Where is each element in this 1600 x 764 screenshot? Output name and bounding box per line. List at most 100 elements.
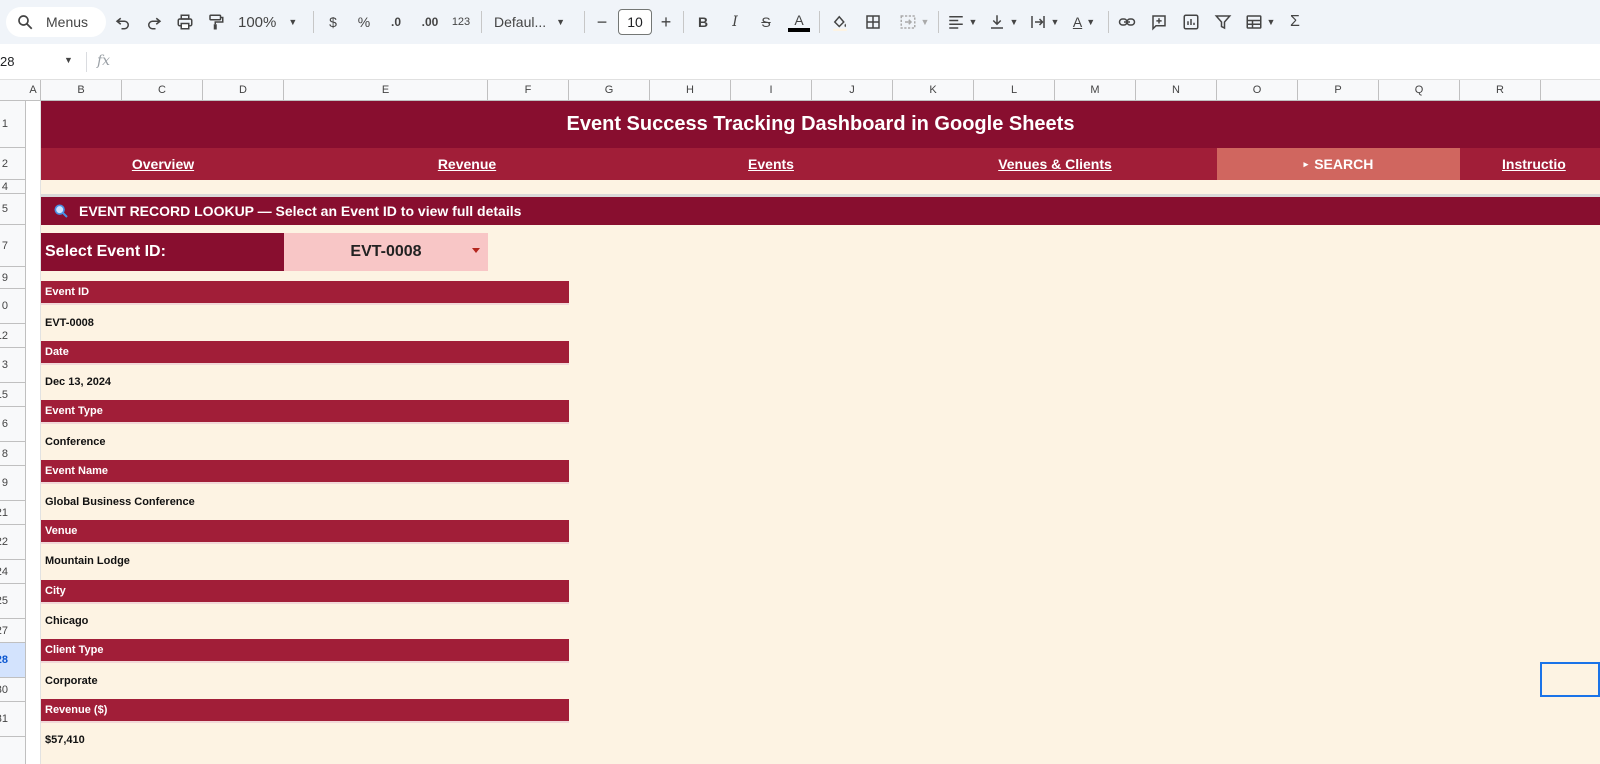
row-header[interactable]: 9 [0, 267, 25, 289]
column-header[interactable]: A [26, 80, 41, 101]
active-cell-selection[interactable] [1540, 662, 1600, 697]
field-value[interactable]: Dec 13, 2024 [41, 365, 569, 400]
merge-cells-button[interactable]: ▼ [895, 10, 933, 34]
row-header[interactable]: 9 [0, 466, 25, 501]
horizontal-align-button[interactable]: ▼ [945, 10, 979, 34]
merge-cells-icon [900, 15, 916, 29]
row-header[interactable]: 27 [0, 619, 25, 643]
nav-search-link[interactable]: ▸ SEARCH [1217, 148, 1460, 180]
column-header[interactable]: L [974, 80, 1055, 101]
strikethrough-button[interactable]: S [757, 10, 775, 34]
row-header[interactable]: 7 [0, 225, 25, 267]
field-value[interactable]: Corporate [41, 663, 569, 698]
decrease-decimal-button[interactable]: .0 [384, 10, 408, 34]
percent-format-button[interactable]: % [355, 10, 373, 34]
row-header[interactable]: 30 [0, 678, 25, 702]
row-header[interactable]: 4 [0, 180, 25, 194]
nav-instructions-link[interactable]: Instructio [1460, 148, 1600, 180]
field-value[interactable]: $57,410 [41, 723, 569, 758]
column-header[interactable]: F [488, 80, 569, 101]
nav-revenue-link[interactable]: Revenue [285, 148, 649, 180]
row-header[interactable]: 21 [0, 501, 25, 525]
row-header[interactable]: 6 [0, 407, 25, 442]
row-header[interactable]: 3 [0, 348, 25, 383]
chevron-down-icon[interactable]: ▼ [64, 55, 73, 65]
column-header[interactable]: R [1460, 80, 1541, 101]
text-rotation-button[interactable]: A ▼ [1067, 10, 1101, 34]
font-family-select[interactable]: Defaul... ▼ [494, 10, 578, 34]
row-header[interactable]: 22 [0, 525, 25, 560]
nav-venues-clients-link[interactable]: Venues & Clients [893, 148, 1217, 180]
field-value[interactable]: Chicago [41, 604, 569, 639]
bold-button[interactable]: B [694, 10, 712, 34]
redo-button[interactable] [143, 10, 165, 34]
print-button[interactable] [174, 10, 196, 34]
row-header[interactable]: 0 [0, 289, 25, 324]
insert-link-button[interactable] [1116, 10, 1138, 34]
fill-color-button[interactable] [829, 10, 851, 34]
row-header[interactable]: 5 [0, 194, 25, 225]
increase-font-size-button[interactable]: + [658, 10, 674, 34]
row-header[interactable]: 2 [0, 148, 25, 180]
field-value[interactable]: EVT-0008 [41, 305, 569, 340]
column-header[interactable]: G [569, 80, 650, 101]
decrease-font-size-button[interactable]: − [594, 10, 610, 34]
insert-comment-button[interactable] [1148, 10, 1170, 34]
row-header[interactable]: 24 [0, 560, 25, 584]
insert-chart-button[interactable] [1180, 10, 1202, 34]
row-header[interactable]: 28 [0, 643, 25, 678]
number-format-button[interactable]: 123 [449, 10, 473, 34]
row-header[interactable]: 1 [0, 101, 25, 148]
text-color-button[interactable]: A [787, 10, 811, 34]
toolbar-divider [819, 11, 820, 33]
increase-decimal-button[interactable]: .00 [416, 10, 444, 34]
column-header[interactable]: M [1055, 80, 1136, 101]
column-header[interactable]: N [1136, 80, 1217, 101]
column-header[interactable]: C [122, 80, 203, 101]
filter-views-button[interactable]: ▼ [1242, 10, 1278, 34]
field-value[interactable]: Global Business Conference [41, 484, 569, 519]
field-label: Date [41, 340, 569, 365]
column-header[interactable]: P [1298, 80, 1379, 101]
nav-events-link[interactable]: Events [649, 148, 893, 180]
column-header[interactable]: O [1217, 80, 1298, 101]
filter-button[interactable] [1212, 10, 1234, 34]
column-header[interactable]: E [284, 80, 488, 101]
row-header[interactable]: 8 [0, 442, 25, 466]
column-header[interactable]: B [41, 80, 122, 101]
column-header[interactable]: Q [1379, 80, 1460, 101]
field-value[interactable]: Mountain Lodge [41, 544, 569, 579]
vertical-align-button[interactable]: ▼ [986, 10, 1020, 34]
currency-format-button[interactable]: $ [324, 10, 342, 34]
paint-format-button[interactable] [205, 10, 227, 34]
table-view-icon [1246, 15, 1262, 29]
row-header[interactable]: 31 [0, 702, 25, 737]
nav-overview-link[interactable]: Overview [41, 148, 285, 180]
row-header[interactable]: 15 [0, 383, 25, 407]
row-header[interactable]: 12 [0, 324, 25, 348]
column-header[interactable]: H [650, 80, 731, 101]
zoom-select[interactable]: 100% ▼ [238, 10, 304, 34]
toolbar-divider [313, 11, 314, 33]
sheet-grid[interactable]: Event Success Tracking Dashboard in Goog… [26, 101, 1600, 764]
filter-icon [1214, 15, 1232, 30]
font-size-input[interactable]: 10 [618, 9, 652, 35]
column-header[interactable]: D [203, 80, 284, 101]
italic-button[interactable]: I [726, 10, 744, 34]
borders-button[interactable] [862, 10, 884, 34]
column-header[interactable]: I [731, 80, 812, 101]
functions-button[interactable]: Σ [1285, 10, 1305, 34]
menus-search-box[interactable]: Menus [6, 7, 106, 37]
column-header[interactable]: K [893, 80, 974, 101]
event-id-dropdown[interactable]: EVT-0008 [284, 233, 488, 271]
undo-icon [115, 17, 129, 30]
row-header[interactable]: 25 [0, 584, 25, 619]
text-wrapping-button[interactable]: ▼ [1027, 10, 1061, 34]
column-a-gutter [26, 101, 41, 764]
undo-button[interactable] [112, 10, 134, 34]
borders-icon [866, 15, 880, 29]
column-header[interactable]: J [812, 80, 893, 101]
field-value[interactable]: Conference [41, 424, 569, 459]
name-box[interactable]: 28 [0, 54, 14, 69]
dashboard-title: Event Success Tracking Dashboard in Goog… [41, 101, 1600, 148]
